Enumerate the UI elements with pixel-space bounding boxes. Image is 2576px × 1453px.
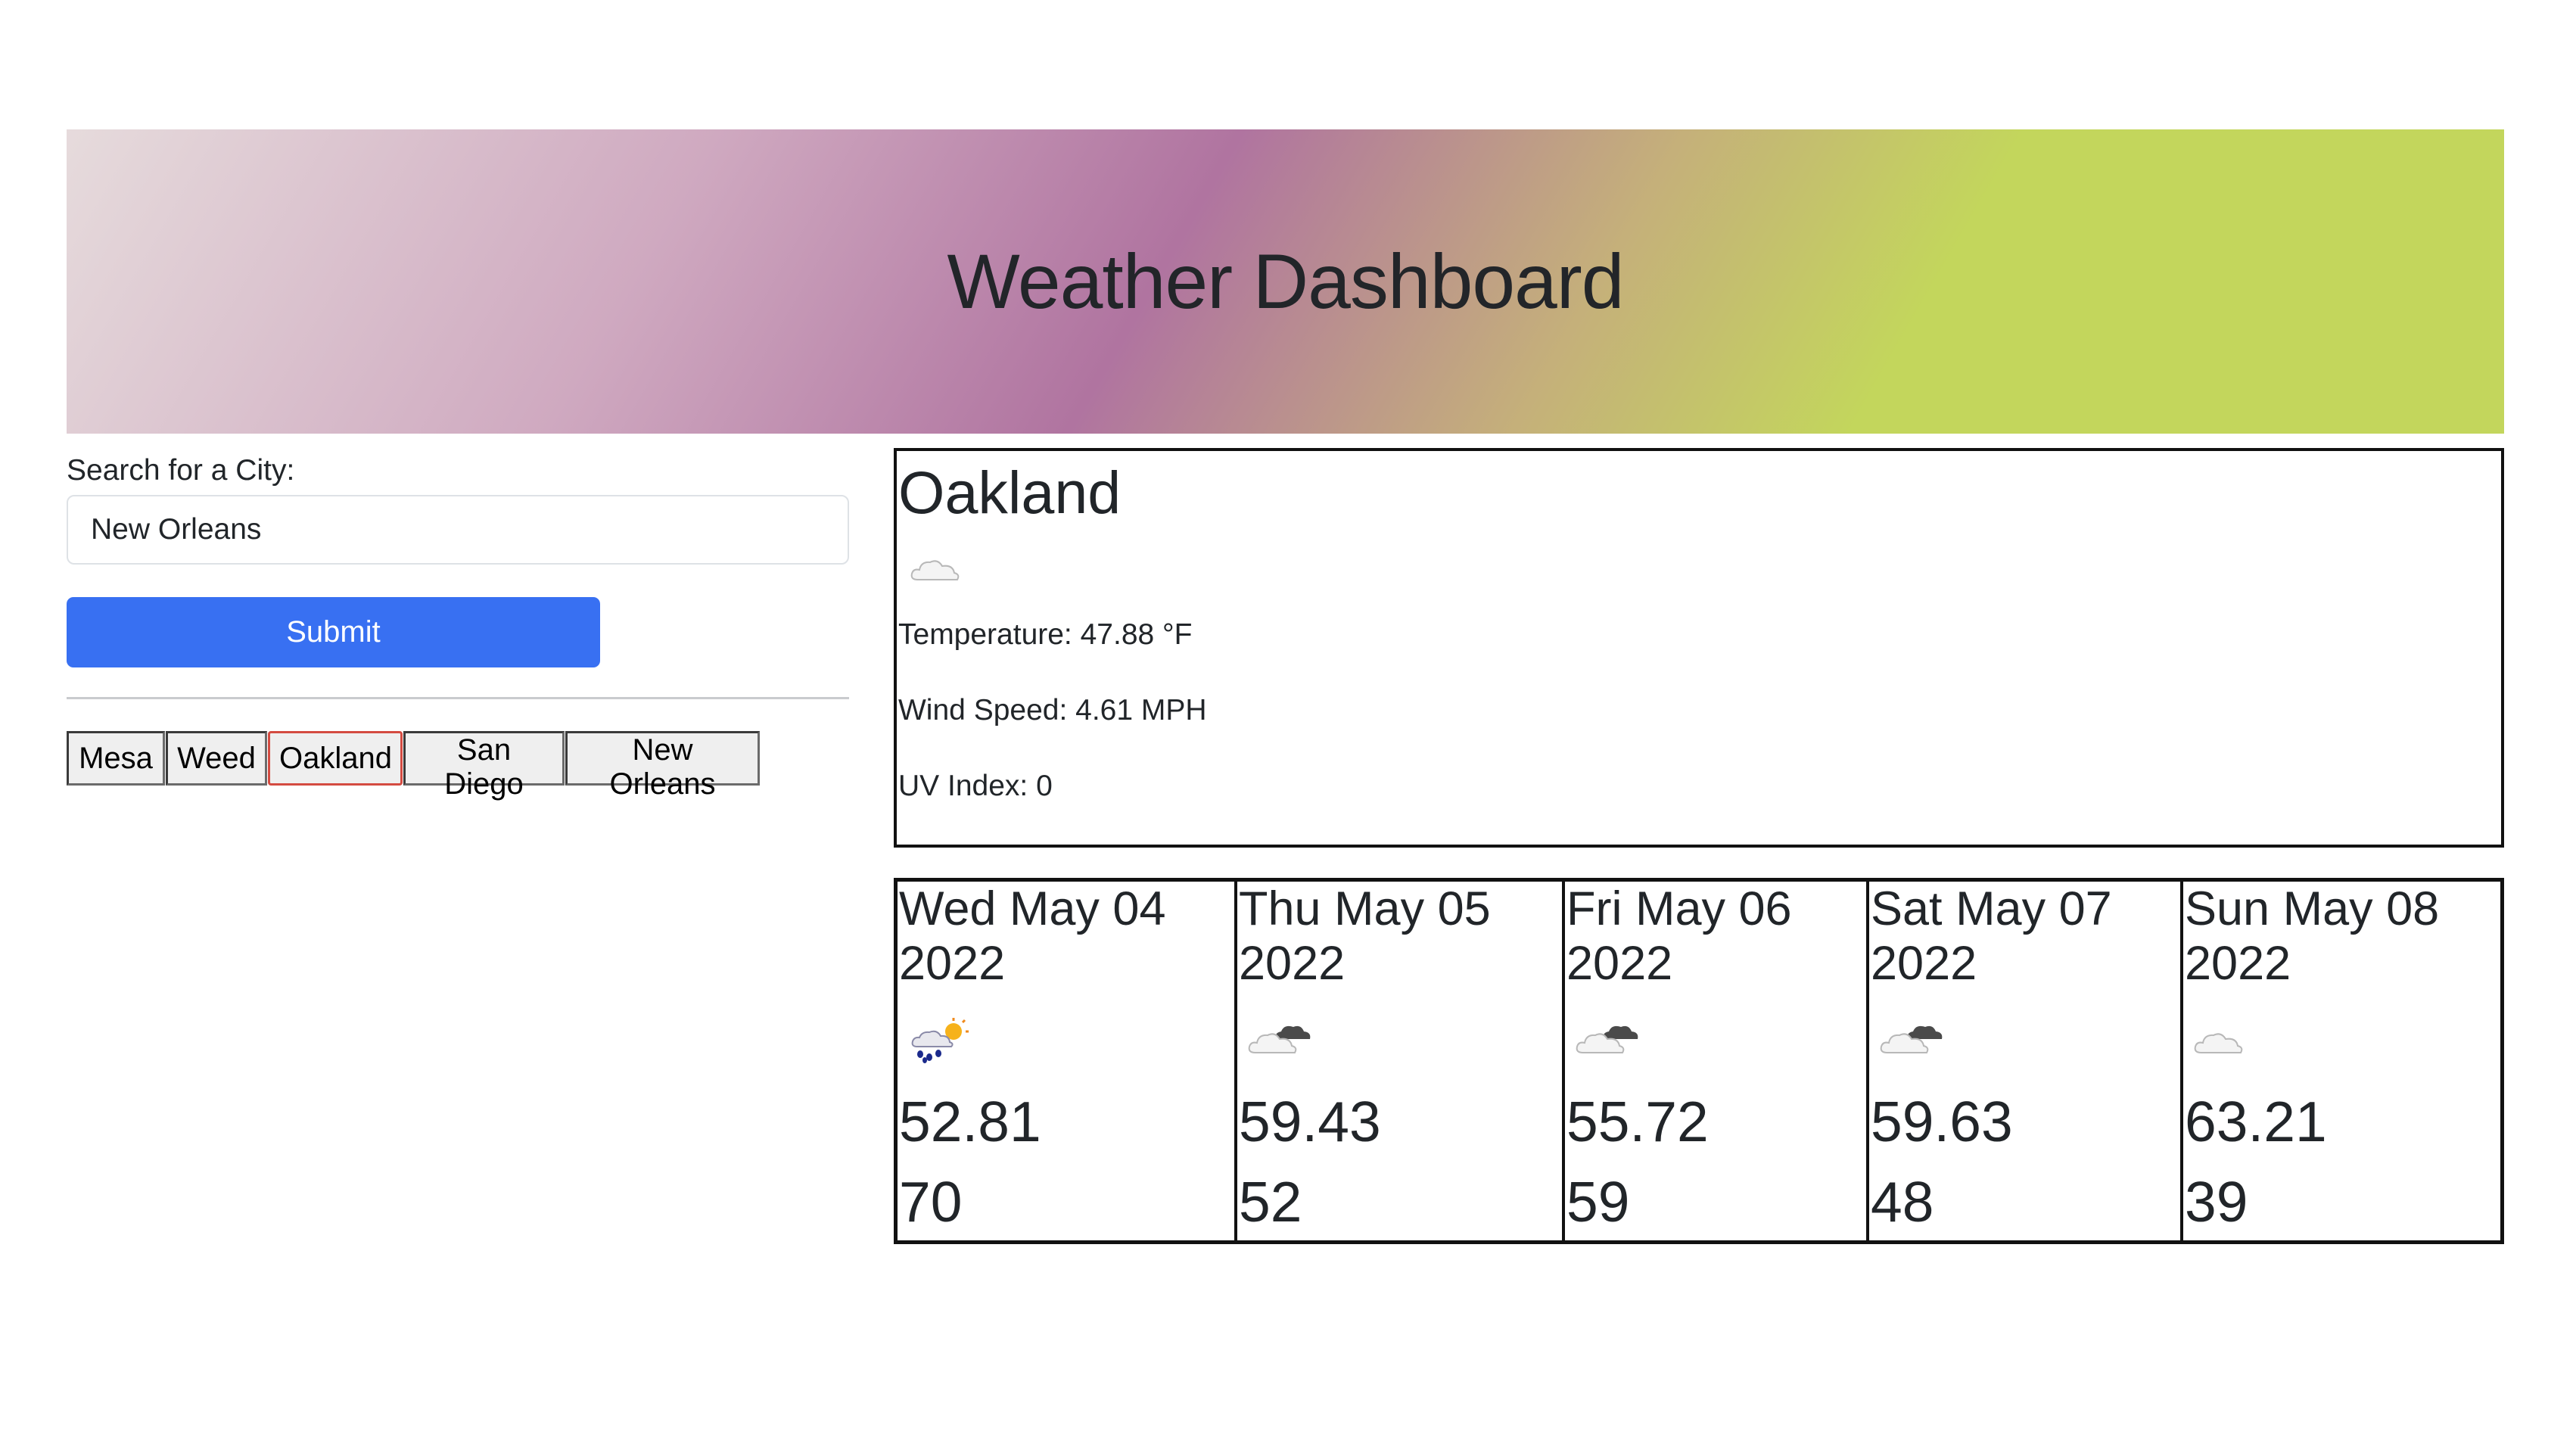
current-uv-index: UV Index: 0 — [898, 770, 1053, 802]
forecast-row: Wed May 04 2022 52.81 70 Thu May 05 2022… — [894, 878, 2504, 1244]
forecast-card: Wed May 04 2022 52.81 70 — [898, 882, 1237, 1240]
dark-cloud-icon — [1248, 1025, 1311, 1053]
dark-cloud-icon — [1880, 1025, 1943, 1053]
forecast-date: Fri May 06 2022 — [1566, 882, 1792, 990]
forecast-card: Sun May 08 2022 63.21 39 — [2183, 882, 2500, 1240]
forecast-card: Thu May 05 2022 59.43 52 — [1237, 882, 1565, 1240]
history-button-mesa[interactable]: Mesa — [67, 731, 165, 786]
cloud-icon — [2194, 1033, 2243, 1053]
forecast-temperature: 59.43 — [1239, 1090, 1381, 1153]
search-history: Mesa Weed Oakland San Diego New Orleans — [67, 731, 761, 801]
forecast-humidity: 59 — [1566, 1170, 1630, 1234]
submit-button[interactable]: Submit — [67, 597, 600, 667]
forecast-date: Sun May 08 2022 — [2185, 882, 2440, 990]
current-city: Oakland — [898, 459, 1122, 526]
forecast-temperature: 55.72 — [1566, 1090, 1709, 1153]
dark-cloud-icon — [1576, 1025, 1638, 1053]
rain-sun-icon — [911, 1018, 969, 1063]
current-temperature: Temperature: 47.88 °F — [898, 618, 1193, 651]
cloud-icon — [910, 560, 960, 580]
forecast-temperature: 59.63 — [1871, 1090, 2013, 1153]
current-wind-speed: Wind Speed: 4.61 MPH — [898, 694, 1207, 726]
history-button-weed[interactable]: Weed — [166, 731, 267, 786]
forecast-card: Sat May 07 2022 59.63 48 — [1869, 882, 2183, 1240]
history-button-san-diego[interactable]: San Diego — [403, 731, 565, 801]
forecast-date: Sat May 07 2022 — [1871, 882, 2112, 990]
forecast-humidity: 70 — [899, 1170, 963, 1234]
forecast-humidity: 48 — [1871, 1170, 1934, 1234]
forecast-temperature: 52.81 — [899, 1090, 1041, 1153]
city-search-input[interactable] — [67, 495, 849, 565]
current-weather-card: Oakland Temperature: 47.88 °F Wind Speed… — [894, 448, 2504, 848]
search-label: Search for a City: — [67, 454, 295, 487]
divider — [67, 697, 849, 699]
forecast-date: Thu May 05 2022 — [1239, 882, 1491, 990]
forecast-card: Fri May 06 2022 55.72 59 — [1565, 882, 1869, 1240]
page-header: Weather Dashboard — [67, 129, 2504, 434]
forecast-humidity: 39 — [2185, 1170, 2248, 1234]
history-button-oakland[interactable]: Oakland — [268, 731, 403, 786]
forecast-date: Wed May 04 2022 — [899, 882, 1166, 990]
history-button-new-orleans[interactable]: New Orleans — [565, 731, 760, 801]
forecast-humidity: 52 — [1239, 1170, 1302, 1234]
page-title: Weather Dashboard — [947, 238, 1625, 325]
forecast-temperature: 63.21 — [2185, 1090, 2327, 1153]
